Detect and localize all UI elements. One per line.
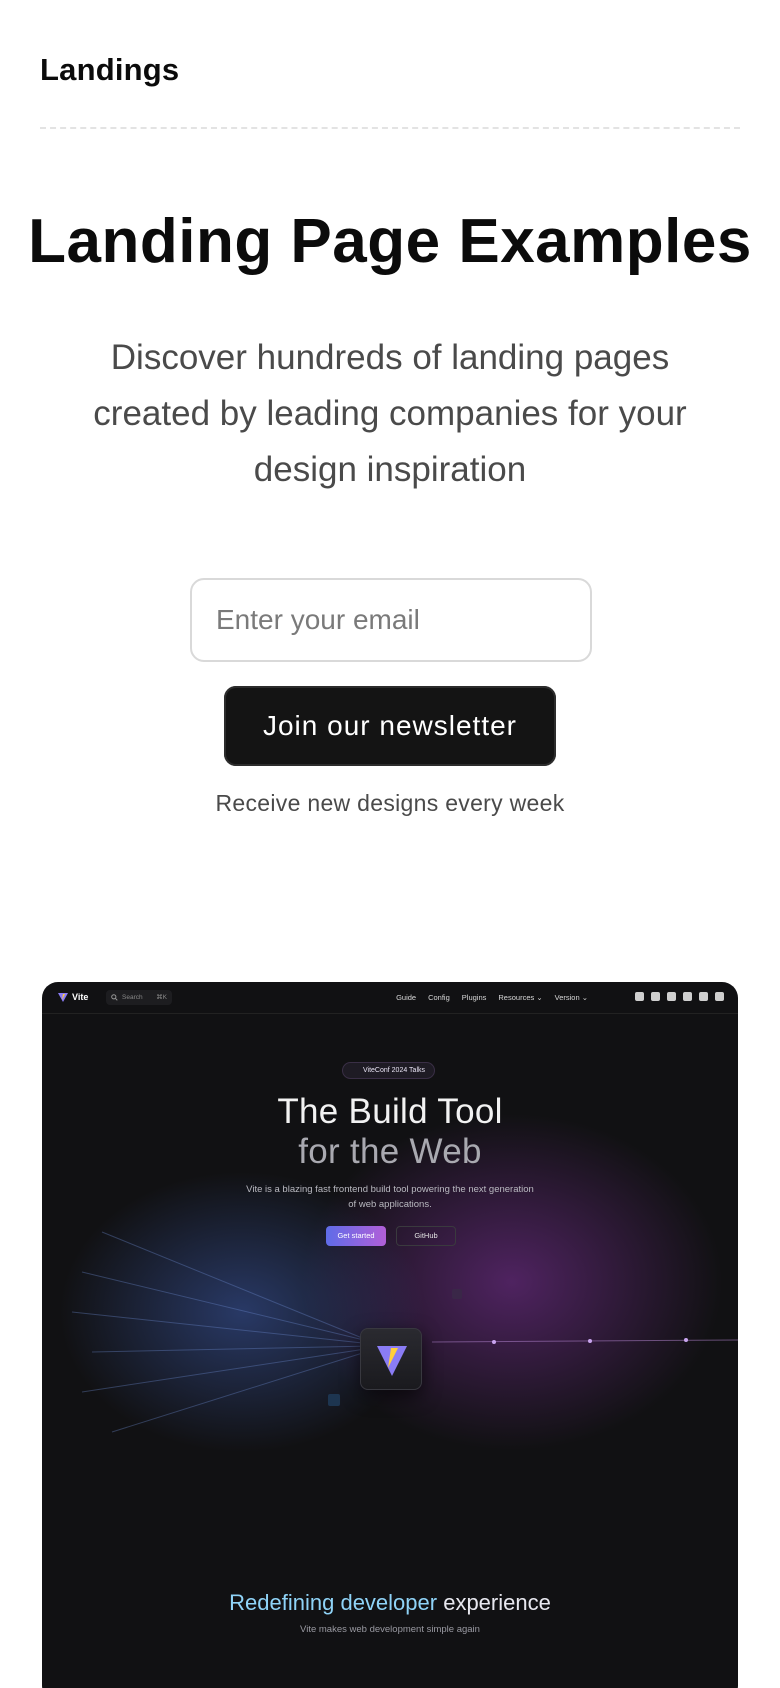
preview-nav-links: Guide Config Plugins Resources ⌄ Version…: [396, 993, 588, 1002]
preview-brand-name: Vite: [72, 992, 89, 1002]
search-icon: [111, 994, 118, 1001]
page-subtitle: Discover hundreds of landing pages creat…: [93, 338, 687, 489]
preview-search-placeholder: Search: [122, 994, 143, 1001]
newsletter-note: Receive new designs every week: [215, 790, 565, 816]
preview-bottom-subtitle: Vite makes web development simple again: [300, 1624, 480, 1635]
preview-nav-version: Version ⌄: [554, 993, 588, 1002]
email-input[interactable]: [190, 578, 592, 662]
preview-bottom-title: Redefining developer experience: [42, 1590, 738, 1616]
preview-search: Search ⌘K: [106, 990, 172, 1005]
preview-logo-chip: [360, 1328, 422, 1390]
landing-preview-card[interactable]: Vite Search ⌘K Guide Config Plugins Reso…: [42, 982, 738, 1688]
bluesky-icon: [651, 992, 660, 1001]
vite-logo-icon: [58, 993, 68, 1002]
site-logo[interactable]: Landings: [40, 52, 179, 88]
translate-icon: [635, 992, 644, 1001]
preview-description: Vite is a blazing fast frontend build to…: [246, 1184, 534, 1210]
preview-title-line1: The Build Tool: [277, 1092, 503, 1131]
mastodon-icon: [667, 992, 676, 1001]
preview-title-line2: for the Web: [298, 1132, 482, 1171]
preview-social-icons: [635, 992, 724, 1001]
preview-nav-resources: Resources ⌄: [498, 993, 543, 1002]
preview-brand: Vite: [58, 992, 88, 1002]
preview-search-shortcut: ⌘K: [156, 994, 167, 1001]
preview-bottom-title-rest: experience: [437, 1590, 551, 1615]
preview-badge: ViteConf 2024 Talks: [342, 1062, 436, 1079]
page-title: Landing Page Examples: [28, 207, 752, 276]
preview-nav-config: Config: [428, 993, 450, 1002]
x-icon: [683, 992, 692, 1001]
preview-nav-plugins: Plugins: [461, 993, 487, 1002]
discord-icon: [699, 992, 708, 1001]
preview-bottom-title-highlight: Redefining developer: [229, 1590, 438, 1615]
github-icon: [715, 992, 724, 1001]
preview-nav-guide: Guide: [396, 993, 417, 1002]
preview-navbar: Vite Search ⌘K Guide Config Plugins Reso…: [42, 982, 738, 1014]
vite-logo-icon: [377, 1346, 407, 1376]
header-divider: [40, 127, 740, 129]
join-newsletter-button[interactable]: Join our newsletter: [224, 686, 556, 766]
